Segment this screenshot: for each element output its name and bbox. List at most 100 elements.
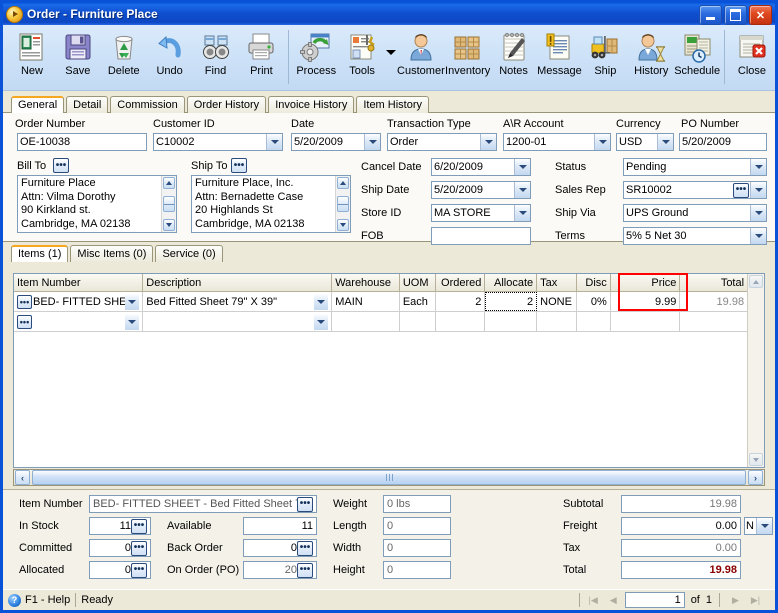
message-button[interactable]: Message <box>537 28 583 77</box>
cell-uom[interactable]: Each <box>400 292 436 311</box>
customer-id-dropdown-icon[interactable] <box>266 134 282 150</box>
cell-tax[interactable]: NONE <box>537 292 577 311</box>
tab-item-history[interactable]: Item History <box>356 96 430 113</box>
minimize-button[interactable] <box>699 5 722 25</box>
terms-dropdown-icon[interactable] <box>750 228 766 244</box>
grid-horizontal-scrollbar[interactable]: ‹ › <box>13 469 765 486</box>
in-stock-input[interactable]: 11 ••• <box>89 517 151 535</box>
length-input[interactable]: 0 <box>383 517 451 535</box>
history-button[interactable]: History <box>628 28 674 77</box>
tab-general[interactable]: General <box>11 96 65 113</box>
close-button[interactable]: ✕ <box>749 5 772 25</box>
hscroll-right-icon[interactable]: › <box>748 470 763 485</box>
store-id-dropdown-icon[interactable] <box>514 205 530 221</box>
order-number-input[interactable]: OE-10038 <box>17 133 147 151</box>
grid-scroll-down-icon[interactable] <box>749 453 763 466</box>
ship-via-dropdown-icon[interactable] <box>750 205 766 221</box>
last-record-icon[interactable]: ▶| <box>747 593 764 608</box>
freight-flag-combo[interactable]: N <box>744 517 773 535</box>
tab-invoice-history[interactable]: Invoice History <box>268 96 355 113</box>
bill-to-scroll-down-icon[interactable] <box>163 219 175 231</box>
cell-disc-empty[interactable] <box>577 312 611 331</box>
ship-via-combo[interactable]: UPS Ground <box>623 204 767 222</box>
bill-to-address-box[interactable]: Furniture Place Attn: Vilma Dorothy 90 K… <box>17 175 177 233</box>
grid-vertical-scrollbar[interactable] <box>747 274 764 467</box>
currency-combo[interactable]: USD <box>616 133 674 151</box>
detail-item-number-input[interactable]: BED- FITTED SHEET - Bed Fitted Sheet 79"… <box>89 495 317 513</box>
col-description[interactable]: Description <box>143 274 333 291</box>
ship-button[interactable]: Ship <box>582 28 628 77</box>
close-toolbar-button[interactable]: Close <box>729 28 775 77</box>
status-dropdown-icon[interactable] <box>750 159 766 175</box>
sales-rep-combo[interactable]: SR10002 ••• <box>623 181 767 199</box>
item-number-dropdown-icon[interactable] <box>125 293 140 310</box>
allocated-lookup-icon[interactable]: ••• <box>131 562 147 578</box>
maximize-button[interactable] <box>724 5 747 25</box>
table-row[interactable]: ••• BED- FITTED SHEE Bed Fitted Sheet 79… <box>14 292 764 312</box>
item-number-dropdown-icon[interactable] <box>125 313 140 330</box>
fob-input[interactable] <box>431 227 531 245</box>
date-dropdown-icon[interactable] <box>364 134 380 150</box>
currency-dropdown-icon[interactable] <box>657 134 673 150</box>
new-button[interactable]: New <box>9 28 55 77</box>
terms-combo[interactable]: 5% 5 Net 30 <box>623 227 767 245</box>
cell-description[interactable]: Bed Fitted Sheet 79" X 39" <box>143 292 333 311</box>
print-button[interactable]: Print <box>238 28 284 77</box>
date-combo[interactable]: 5/20/2009 <box>291 133 381 151</box>
col-price[interactable]: Price <box>611 274 681 291</box>
inventory-button[interactable]: Inventory <box>445 28 491 77</box>
status-combo[interactable]: Pending <box>623 158 767 176</box>
committed-lookup-icon[interactable]: ••• <box>131 540 147 556</box>
width-input[interactable]: 0 <box>383 539 451 557</box>
line-items-grid[interactable]: Item Number Description Warehouse UOM Or… <box>13 273 765 468</box>
next-record-icon[interactable]: ▶ <box>727 593 744 608</box>
tab-items[interactable]: Items (1) <box>11 245 69 262</box>
process-button[interactable]: Process <box>293 28 339 77</box>
hscroll-thumb[interactable] <box>32 470 746 485</box>
col-tax[interactable]: Tax <box>537 274 577 291</box>
col-allocate[interactable]: Allocate <box>485 274 538 291</box>
cell-warehouse-empty[interactable] <box>332 312 400 331</box>
on-order-input[interactable]: 20 ••• <box>243 561 317 579</box>
col-warehouse[interactable]: Warehouse <box>332 274 400 291</box>
freight-flag-dropdown-icon[interactable] <box>756 518 772 534</box>
cell-warehouse[interactable]: MAIN <box>332 292 400 311</box>
cell-ordered[interactable]: 2 <box>436 292 486 311</box>
bill-to-scroll-up-icon[interactable] <box>163 177 175 189</box>
cancel-date-combo[interactable]: 6/20/2009 <box>431 158 531 176</box>
weight-input[interactable]: 0 lbs <box>383 495 451 513</box>
ship-to-scroll-up-icon[interactable] <box>337 177 349 189</box>
description-dropdown-icon[interactable] <box>314 313 329 330</box>
undo-button[interactable]: Undo <box>147 28 193 77</box>
item-number-lookup-icon[interactable]: ••• <box>17 314 32 329</box>
tab-misc-items[interactable]: Misc Items (0) <box>70 245 154 262</box>
item-number-lookup-icon[interactable]: ••• <box>17 294 32 309</box>
hscroll-left-icon[interactable]: ‹ <box>15 470 30 485</box>
schedule-button[interactable]: Schedule <box>674 28 720 77</box>
col-ordered[interactable]: Ordered <box>436 274 486 291</box>
cell-price-empty[interactable] <box>611 312 681 331</box>
transaction-type-combo[interactable]: Order <box>387 133 497 151</box>
table-row[interactable]: ••• <box>14 312 764 332</box>
col-item-number[interactable]: Item Number <box>14 274 144 291</box>
cell-item-number-empty[interactable]: ••• <box>14 312 144 331</box>
store-id-combo[interactable]: MA STORE <box>431 204 531 222</box>
delete-button[interactable]: Delete <box>101 28 147 77</box>
tab-commission[interactable]: Commission <box>110 96 185 113</box>
cell-disc[interactable]: 0% <box>577 292 611 311</box>
back-order-lookup-icon[interactable]: ••• <box>297 540 313 556</box>
cancel-date-dropdown-icon[interactable] <box>514 159 530 175</box>
record-number-input[interactable]: 1 <box>624 592 685 608</box>
sales-rep-dropdown-icon[interactable] <box>750 182 766 198</box>
grid-scroll-up-icon[interactable] <box>749 275 763 288</box>
on-order-lookup-icon[interactable]: ••• <box>297 562 313 578</box>
allocated-input[interactable]: 0 ••• <box>89 561 151 579</box>
cell-item-number[interactable]: ••• BED- FITTED SHEE <box>14 292 144 311</box>
first-record-icon[interactable]: |◀ <box>585 593 602 608</box>
bill-to-scrollbar[interactable] <box>161 176 176 232</box>
cell-ordered-empty[interactable] <box>436 312 486 331</box>
cell-description-empty[interactable] <box>143 312 333 331</box>
ar-account-combo[interactable]: 1200-01 <box>503 133 611 151</box>
ship-date-combo[interactable]: 5/20/2009 <box>431 181 531 199</box>
po-number-input[interactable]: 5/20/2009 <box>679 133 767 151</box>
